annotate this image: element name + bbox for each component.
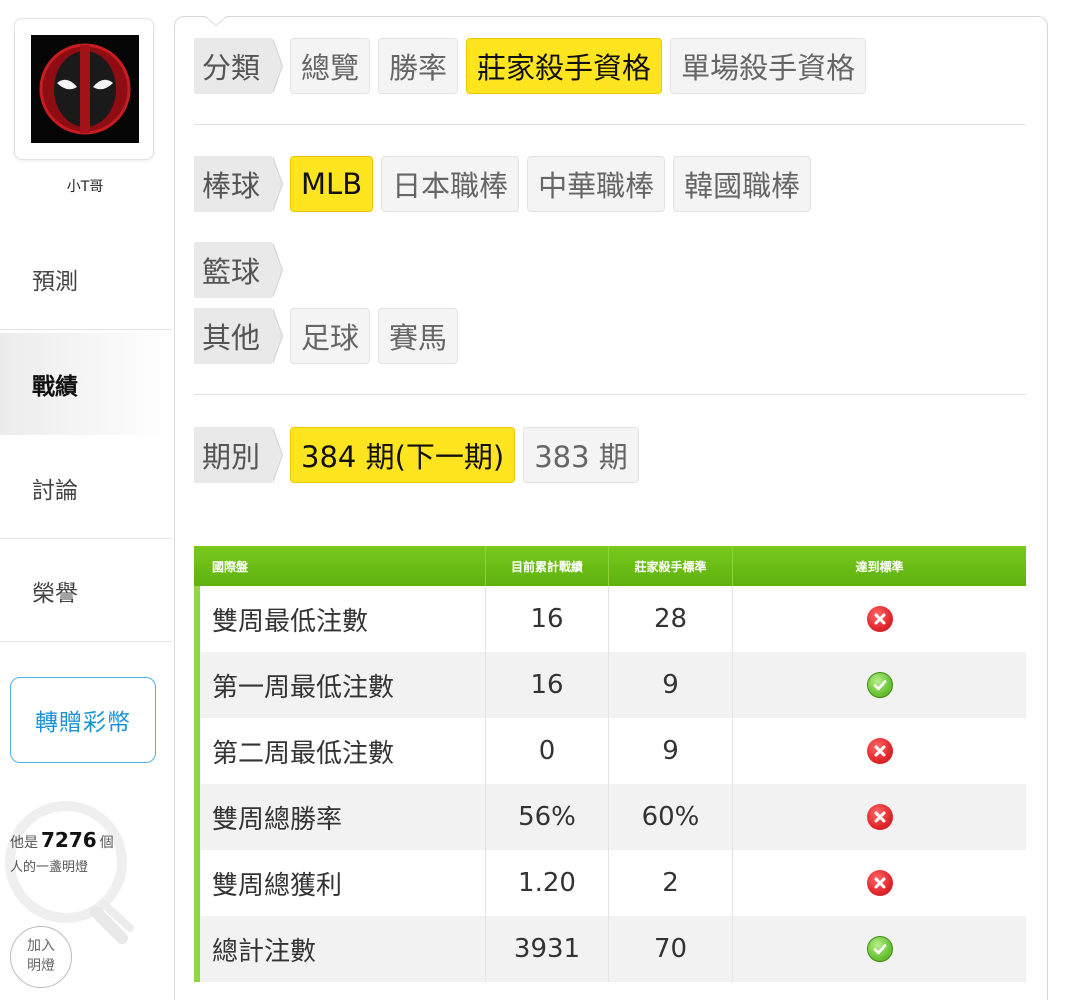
row-item-name: 雙周總勝率 — [200, 784, 486, 850]
period-383-chip[interactable]: 383 期 — [523, 427, 639, 483]
row-current-value: 16 — [486, 652, 609, 718]
qualification-table: 國際盤 目前累計戰績 莊家殺手標準 達到標準 雙周最低注數 16 28 第一周最低注數… — [194, 546, 1026, 982]
row-standard-value: 28 — [609, 586, 733, 652]
row-current-value: 3931 — [486, 916, 609, 982]
category-single-killer-chip[interactable]: 單場殺手資格 — [670, 38, 867, 94]
row-item-name: 第一周最低注數 — [200, 652, 486, 718]
other-soccer-chip[interactable]: 足球 — [290, 308, 371, 364]
period-filter-row: 期別 384 期(下一期) 383 期 — [194, 427, 639, 483]
header-met: 達到標準 — [855, 559, 904, 574]
category-label: 分類 — [194, 38, 284, 94]
category-filter-row: 分類 總覽 勝率 莊家殺手資格 單場殺手資格 — [194, 38, 867, 94]
lamp-count-text: 他是 7276 個 — [10, 828, 114, 852]
avatar[interactable] — [31, 35, 139, 143]
row-current-value: 1.20 — [486, 850, 609, 916]
row-status — [733, 784, 1026, 850]
row-standard-value: 9 — [609, 718, 733, 784]
row-item-name: 總計注數 — [200, 916, 486, 982]
username: 小T哥 — [66, 179, 104, 195]
table-body: 雙周最低注數 16 28 第一周最低注數 16 9 第二周最低注數 0 9 雙周總勝率 56% 60%… — [194, 586, 1026, 982]
row-current-value: 16 — [486, 586, 609, 652]
nav-record[interactable]: 戰績 — [0, 333, 172, 435]
other-filter-row: 其他 足球 賽馬 — [194, 308, 459, 364]
baseball-filter-row: 棒球 MLB 日本職棒 中華職棒 韓國職棒 — [194, 156, 812, 212]
nav-discussion[interactable]: 討論 — [0, 437, 172, 539]
row-status — [733, 586, 1026, 652]
divider — [194, 394, 1026, 395]
row-standard-value: 70 — [609, 916, 733, 982]
lamp-count: 7276 — [41, 828, 97, 852]
check-circle-icon — [866, 672, 893, 698]
avatar-frame — [14, 18, 154, 160]
row-item-name: 雙周最低注數 — [200, 586, 486, 652]
basketball-label: 籃球 — [194, 242, 284, 298]
row-item-name: 第二周最低注數 — [200, 718, 486, 784]
row-item-name: 雙周總獲利 — [200, 850, 486, 916]
row-status — [733, 652, 1026, 718]
row-current-value: 56% — [486, 784, 609, 850]
x-circle-icon — [866, 804, 893, 830]
row-status — [733, 916, 1026, 982]
gift-coins-button[interactable]: 轉贈彩幣 — [10, 677, 156, 763]
join-lamp-line1: 加入 — [27, 938, 55, 954]
baseball-mlb-chip[interactable]: MLB — [290, 156, 374, 212]
join-lamp-button[interactable]: 加入 明燈 — [10, 926, 72, 988]
header-standard: 莊家殺手標準 — [609, 546, 733, 586]
basketball-filter-row: 籃球 — [194, 242, 284, 298]
table-row: 雙周總勝率 56% 60% — [194, 784, 1026, 850]
row-standard-value: 9 — [609, 652, 733, 718]
lamp-caption: 人的一盞明燈 — [10, 860, 89, 875]
x-circle-icon — [866, 870, 893, 896]
row-standard-value: 60% — [609, 784, 733, 850]
baseball-kbo-chip[interactable]: 韓國職棒 — [673, 156, 812, 212]
table-row: 第一周最低注數 16 9 — [194, 652, 1026, 718]
nav-honor[interactable]: 榮譽 — [0, 540, 172, 642]
table-header: 國際盤 目前累計戰績 莊家殺手標準 達到標準 — [194, 546, 1026, 586]
baseball-cpbl-chip[interactable]: 中華職棒 — [527, 156, 666, 212]
other-label: 其他 — [194, 308, 284, 364]
period-label: 期別 — [194, 427, 284, 483]
table-row: 雙周總獲利 1.20 2 — [194, 850, 1026, 916]
other-horse-racing-chip[interactable]: 賽馬 — [378, 308, 459, 364]
sidebar: 小T哥 預測 戰績 討論 榮譽 轉贈彩幣 他是 7276 個 人的一盞明燈 加入 明… — [0, 0, 172, 1000]
baseball-label: 棒球 — [194, 156, 284, 212]
x-circle-icon — [866, 606, 893, 632]
x-circle-icon — [866, 738, 893, 764]
period-384-chip[interactable]: 384 期(下一期) — [290, 427, 516, 483]
deadpool-logo-icon — [31, 35, 139, 143]
row-standard-value: 2 — [609, 850, 733, 916]
nav-predict[interactable]: 預測 — [0, 228, 172, 330]
row-current-value: 0 — [486, 718, 609, 784]
category-banker-killer-chip[interactable]: 莊家殺手資格 — [466, 38, 663, 94]
baseball-npb-chip[interactable]: 日本職棒 — [381, 156, 520, 212]
table-row: 雙周最低注數 16 28 — [194, 586, 1026, 652]
lamp-suffix: 個 — [99, 835, 114, 851]
check-circle-icon — [866, 936, 893, 962]
row-status — [733, 718, 1026, 784]
row-status — [733, 850, 1026, 916]
lamp-prefix: 他是 — [10, 835, 38, 851]
category-winrate-chip[interactable]: 勝率 — [378, 38, 459, 94]
table-row: 第二周最低注數 0 9 — [194, 718, 1026, 784]
category-overview-chip[interactable]: 總覽 — [290, 38, 371, 94]
divider — [194, 124, 1026, 125]
join-lamp-line2: 明燈 — [27, 958, 55, 974]
header-current: 目前累計戰績 — [486, 546, 609, 586]
table-row: 總計注數 3931 70 — [194, 916, 1026, 982]
panel-pointer — [205, 15, 227, 27]
header-market: 國際盤 — [194, 546, 486, 586]
